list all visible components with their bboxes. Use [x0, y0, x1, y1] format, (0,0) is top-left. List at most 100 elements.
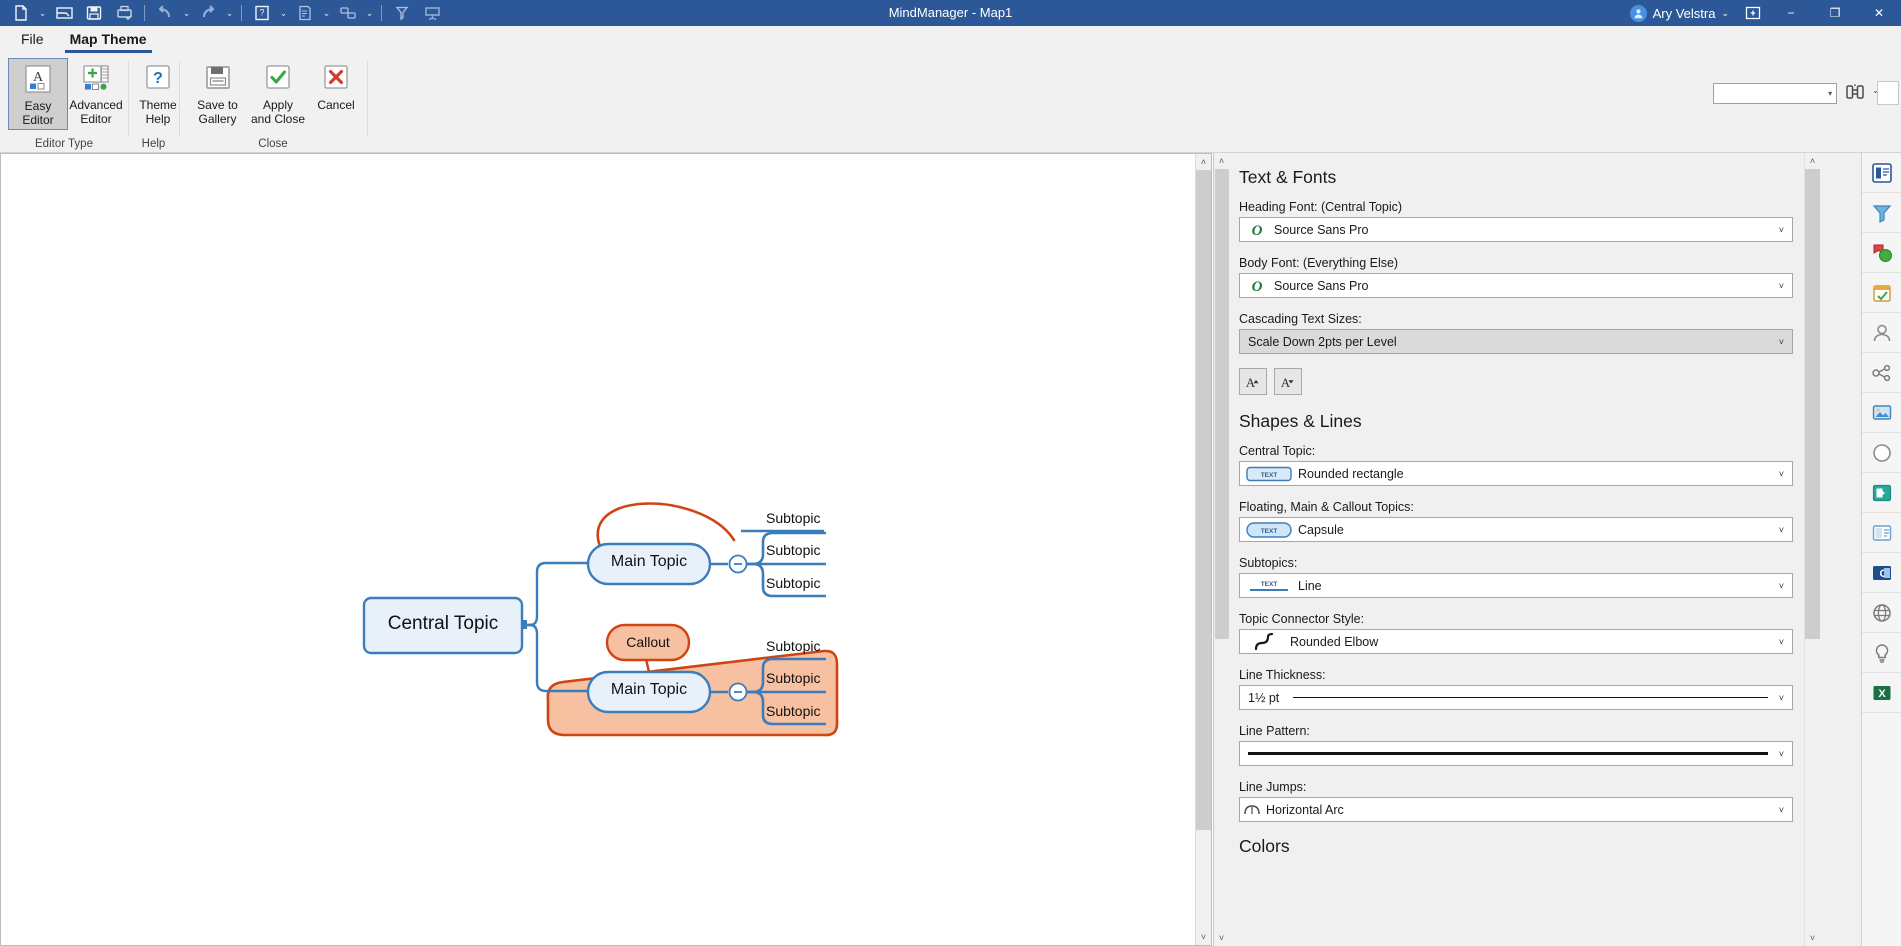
theme-help-button[interactable]: ? Theme Help	[132, 58, 184, 128]
body-font-select[interactable]: O Source Sans Pro ˅	[1239, 273, 1793, 298]
canvas-scroll-down-icon[interactable]: ˅	[1196, 929, 1211, 945]
subtopic-label-u1[interactable]: Subtopic	[766, 510, 820, 526]
shapes-icon[interactable]	[1862, 433, 1901, 473]
canvas-scroll-thumb[interactable]	[1196, 170, 1211, 830]
subtopics-shape-chevron-down-icon[interactable]: ˅	[1779, 581, 1784, 591]
cascading-text-sizes-chevron-down-icon[interactable]: ˅	[1779, 337, 1784, 347]
images-icon[interactable]	[1862, 393, 1901, 433]
brainstorm-icon[interactable]	[1862, 633, 1901, 673]
canvas-scroll-up-icon[interactable]: ˄	[1196, 154, 1211, 170]
taskpane-left-scroll-up-icon[interactable]: ˄	[1214, 153, 1229, 169]
taskpane-vertical-scrollbar[interactable]: ˄ ˅	[1804, 153, 1820, 946]
contacts-icon[interactable]	[1862, 313, 1901, 353]
search-chevron-down-icon[interactable]: ▾	[1824, 89, 1836, 98]
apply-and-close-icon	[261, 61, 295, 95]
central-topic-shape-chevron-down-icon[interactable]: ˅	[1779, 469, 1784, 479]
label-central-topic-shape: Central Topic:	[1239, 444, 1316, 458]
close-button[interactable]: ✕	[1857, 0, 1901, 26]
line-jump-arc-icon	[1240, 802, 1266, 818]
svg-text:?: ?	[259, 8, 264, 18]
outlook-icon[interactable]: O	[1862, 553, 1901, 593]
subtopic-label-l3[interactable]: Subtopic	[766, 703, 820, 719]
advanced-editor-button[interactable]: Advanced Editor	[63, 58, 129, 128]
search-input[interactable]	[1714, 87, 1825, 100]
web-icon[interactable]	[1862, 593, 1901, 633]
cascading-text-sizes-select[interactable]: Scale Down 2pts per Level ˅	[1239, 329, 1793, 354]
minimize-button[interactable]: −	[1769, 0, 1813, 26]
undo-chevron-down-icon[interactable]: ⌄	[180, 1, 193, 25]
floating-main-callout-shape-chevron-down-icon[interactable]: ˅	[1779, 525, 1784, 535]
find-binoculars-icon[interactable]	[1841, 81, 1869, 103]
new-topic-icon[interactable]: ?	[247, 1, 277, 25]
main-topic-upper-label[interactable]: Main Topic	[588, 553, 710, 571]
search-box[interactable]: ▾	[1713, 83, 1837, 104]
ribbon-display-options-icon[interactable]	[1737, 0, 1769, 26]
decrease-font-size-button[interactable]: A	[1274, 368, 1302, 395]
subtopic-label-u2[interactable]: Subtopic	[766, 542, 820, 558]
notes-icon[interactable]	[290, 1, 320, 25]
apply-and-close-button[interactable]: Apply and Close	[243, 58, 313, 128]
excel-icon[interactable]: X	[1862, 673, 1901, 713]
taskpane-left-scrollbar[interactable]: ˄ ˅	[1214, 153, 1230, 946]
taskpane-scroll-down-icon[interactable]: ˅	[1805, 930, 1820, 946]
filter-icon[interactable]	[387, 1, 417, 25]
tab-map-theme[interactable]: Map Theme	[57, 27, 160, 53]
redo-chevron-down-icon[interactable]: ⌄	[223, 1, 236, 25]
new-map-chevron-down-icon[interactable]: ⌄	[36, 1, 49, 25]
new-map-icon[interactable]	[6, 1, 36, 25]
ribbon-overflow-button[interactable]	[1877, 81, 1899, 105]
topic-tools-icon[interactable]	[1862, 353, 1901, 393]
map-canvas-surface[interactable]: Central Topic Main Topic Main Topic Call…	[1, 154, 1197, 945]
maximize-restore-button[interactable]: ❐	[1813, 0, 1857, 26]
heading-font-select[interactable]: O Source Sans Pro ˅	[1239, 217, 1793, 242]
line-thickness-select[interactable]: 1½ pt ˅	[1239, 685, 1793, 710]
subtopic-label-l2[interactable]: Subtopic	[766, 670, 820, 686]
central-topic-shape-select[interactable]: TEXT Rounded rectangle ˅	[1239, 461, 1793, 486]
map-parts-icon[interactable]	[1862, 153, 1901, 193]
topic-connector-style-chevron-down-icon[interactable]: ˅	[1779, 637, 1784, 647]
new-topic-chevron-down-icon[interactable]: ⌄	[277, 1, 290, 25]
filter-icon[interactable]	[1862, 193, 1901, 233]
slides-icon[interactable]	[1862, 473, 1901, 513]
user-account-button[interactable]: Ary Velstra ⌄	[1622, 0, 1737, 26]
open-icon[interactable]	[49, 1, 79, 25]
save-icon[interactable]	[79, 1, 109, 25]
subtopic-label-l1[interactable]: Subtopic	[766, 638, 820, 654]
line-pattern-select[interactable]: ˅	[1239, 741, 1793, 766]
map-canvas[interactable]: Central Topic Main Topic Main Topic Call…	[0, 153, 1212, 946]
markers-icon[interactable]	[1862, 233, 1901, 273]
topic-connector-style-select[interactable]: Rounded Elbow ˅	[1239, 629, 1793, 654]
relationship-chevron-down-icon[interactable]: ⌄	[363, 1, 376, 25]
relationship-icon[interactable]	[333, 1, 363, 25]
line-jumps-select[interactable]: Horizontal Arc ˅	[1239, 797, 1793, 822]
line-jumps-chevron-down-icon[interactable]: ˅	[1779, 805, 1784, 815]
body-font-chevron-down-icon[interactable]: ˅	[1779, 281, 1784, 291]
notes-chevron-down-icon[interactable]: ⌄	[320, 1, 333, 25]
taskpane-scroll-thumb[interactable]	[1805, 169, 1820, 639]
floating-main-callout-shape-select[interactable]: TEXT Capsule ˅	[1239, 517, 1793, 542]
line-pattern-chevron-down-icon[interactable]: ˅	[1779, 749, 1784, 759]
tasks-icon[interactable]	[1862, 273, 1901, 313]
taskpane-left-scroll-thumb[interactable]	[1215, 169, 1229, 639]
taskpane-scroll-up-icon[interactable]: ˄	[1805, 153, 1820, 169]
cancel-button[interactable]: Cancel	[308, 58, 364, 114]
line-thickness-chevron-down-icon[interactable]: ˅	[1779, 693, 1784, 703]
undo-icon[interactable]	[150, 1, 180, 25]
canvas-vertical-scrollbar[interactable]: ˄ ˅	[1195, 154, 1211, 945]
redo-icon[interactable]	[193, 1, 223, 25]
increase-font-size-button[interactable]: A	[1239, 368, 1267, 395]
central-topic-label[interactable]: Central Topic	[364, 613, 522, 635]
save-to-gallery-button[interactable]: Save to Gallery	[187, 58, 248, 128]
easy-editor-button[interactable]: A Easy Editor	[8, 58, 68, 130]
main-topic-lower-label[interactable]: Main Topic	[588, 681, 710, 699]
tab-file[interactable]: File	[8, 27, 57, 53]
heading-font-chevron-down-icon[interactable]: ˅	[1779, 225, 1784, 235]
user-chevron-down-icon[interactable]: ⌄	[1721, 8, 1729, 19]
taskpane-left-scroll-down-icon[interactable]: ˅	[1214, 930, 1229, 946]
subtopics-shape-select[interactable]: TEXT Line ˅	[1239, 573, 1793, 598]
callout-label[interactable]: Callout	[607, 634, 689, 650]
print-icon[interactable]	[109, 1, 139, 25]
templates-icon[interactable]	[1862, 513, 1901, 553]
subtopic-label-u3[interactable]: Subtopic	[766, 575, 820, 591]
presentation-icon[interactable]	[417, 1, 447, 25]
